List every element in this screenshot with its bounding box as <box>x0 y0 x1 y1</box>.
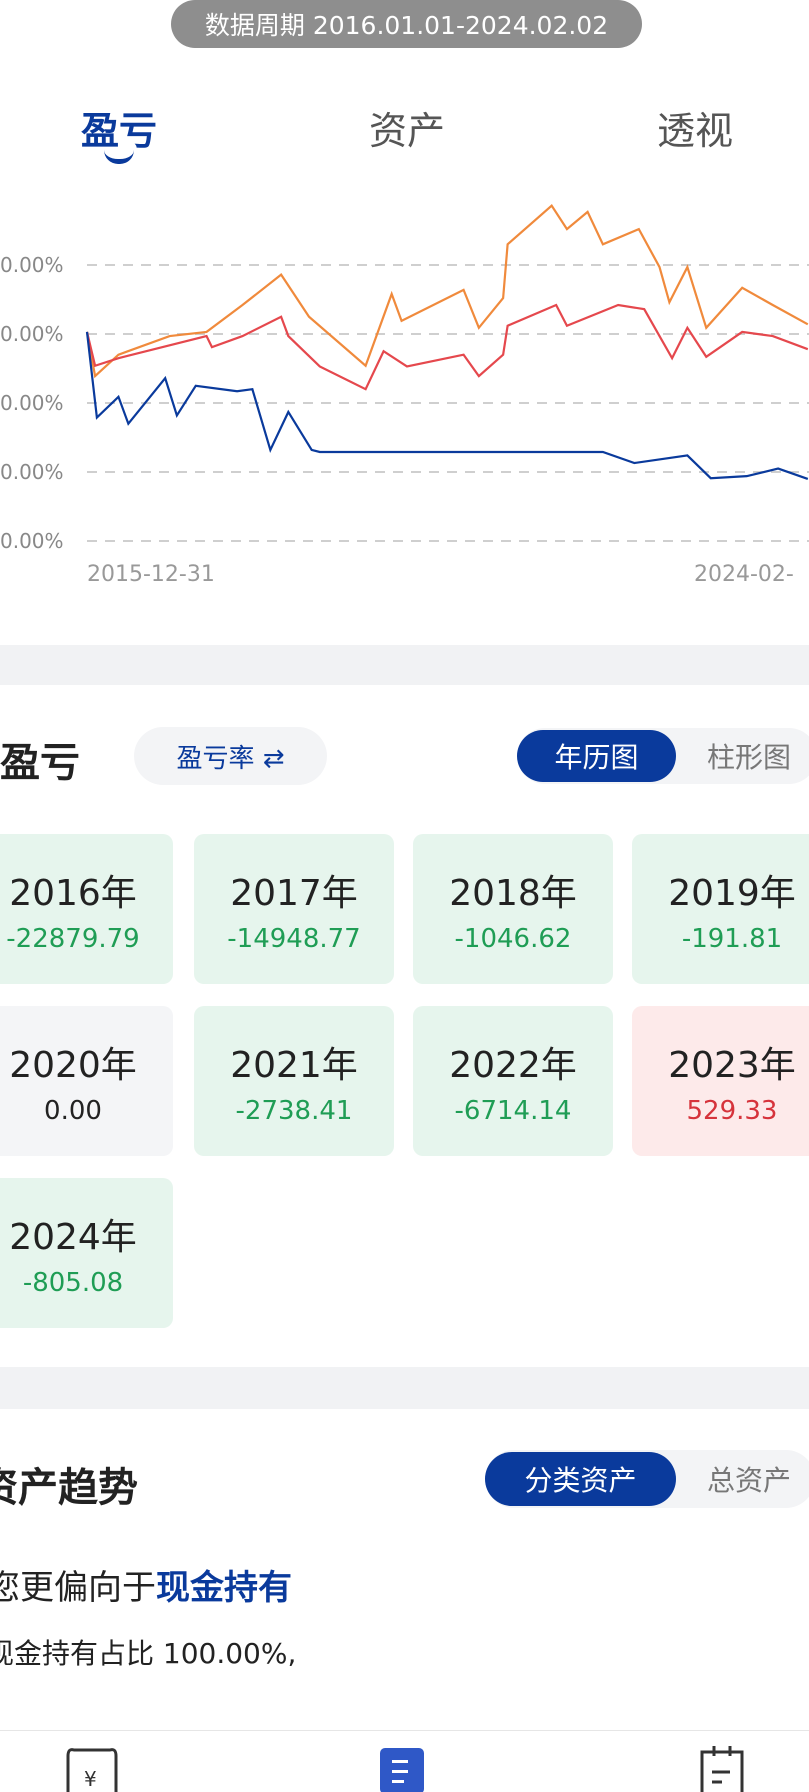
nav-report-icon[interactable] <box>378 1746 428 1792</box>
data-period-badge: 数据周期 2016.01.01-2024.02.02 <box>171 0 642 48</box>
year-value: -22879.79 <box>6 924 140 954</box>
year-card[interactable]: 2017年 -14948.77 <box>194 834 394 984</box>
year-card[interactable]: 2018年 -1046.62 <box>413 834 613 984</box>
year-value: -191.81 <box>681 924 783 954</box>
year-label: 2023年 <box>668 1045 796 1086</box>
bar-view-button[interactable]: 柱形图 <box>707 730 791 782</box>
year-value: -1046.62 <box>454 924 572 954</box>
category-assets-button[interactable]: 分类资产 <box>485 1452 676 1506</box>
year-label: 2024年 <box>9 1217 137 1258</box>
series-line-orange <box>85 203 809 379</box>
year-value: -14948.77 <box>227 924 361 954</box>
year-label: 2021年 <box>230 1045 358 1086</box>
year-value: -6714.14 <box>454 1096 572 1126</box>
asset-trend-title: 资产趋势 <box>0 1465 138 1511</box>
year-value: 0.00 <box>44 1096 102 1126</box>
preference-prefix: 您更偏向于 <box>0 1568 156 1608</box>
y-tick-label: 0.00% <box>0 460 64 484</box>
nav-wealth-icon[interactable]: ¥ <box>62 1746 122 1792</box>
preference-highlight: 现金持有 <box>156 1568 292 1608</box>
year-label: 2022年 <box>449 1045 577 1086</box>
y-tick-label: 0.00% <box>0 322 64 346</box>
series-line-blue <box>85 331 809 480</box>
year-value: -2738.41 <box>235 1096 353 1126</box>
series-line-red <box>85 303 809 391</box>
annual-section-title: 年盈亏 <box>0 740 80 786</box>
year-card[interactable]: 2022年 -6714.14 <box>413 1006 613 1156</box>
svg-text:¥: ¥ <box>84 1767 97 1791</box>
y-tick-label: 0.00% <box>0 529 64 553</box>
nav-calendar-icon[interactable] <box>698 1746 746 1792</box>
year-card[interactable]: 2020年 0.00 <box>0 1006 173 1156</box>
y-tick-label: 0.00% <box>0 391 64 415</box>
preference-text: 您更偏向于现金持有 <box>0 1560 292 1609</box>
calendar-view-button[interactable]: 年历图 <box>517 730 676 782</box>
tab-assets[interactable]: 资产 <box>369 100 445 155</box>
y-tick-label: 0.00% <box>0 253 64 277</box>
x-tick-start: 2015-12-31 <box>87 562 215 587</box>
active-tab-indicator <box>104 150 134 164</box>
metric-toggle-button[interactable]: 盈亏率 ⇄ <box>134 727 327 785</box>
year-label: 2019年 <box>668 873 796 914</box>
section-divider <box>0 645 809 685</box>
tab-insight[interactable]: 透视 <box>657 100 733 155</box>
section-divider <box>0 1367 809 1409</box>
total-assets-button[interactable]: 总资产 <box>707 1452 791 1506</box>
year-value: 529.33 <box>686 1096 778 1126</box>
year-label: 2018年 <box>449 873 577 914</box>
year-card[interactable]: 2024年 -805.08 <box>0 1178 173 1328</box>
year-label: 2016年 <box>9 873 137 914</box>
year-value: -805.08 <box>22 1268 124 1298</box>
year-card[interactable]: 2021年 -2738.41 <box>194 1006 394 1156</box>
tab-profit-loss[interactable]: 盈亏 <box>81 100 157 155</box>
x-tick-end: 2024-02- <box>694 562 794 587</box>
year-card[interactable]: 2023年 529.33 <box>632 1006 809 1156</box>
bottom-nav: ¥ <box>0 1730 809 1792</box>
cash-ratio-text: 现金持有占比 100.00%, <box>0 1637 297 1670</box>
year-label: 2020年 <box>9 1045 137 1086</box>
year-card[interactable]: 2019年 -191.81 <box>632 834 809 984</box>
year-label: 2017年 <box>230 873 358 914</box>
year-card[interactable]: 2016年 -22879.79 <box>0 834 173 984</box>
profit-loss-chart[interactable] <box>0 180 809 560</box>
